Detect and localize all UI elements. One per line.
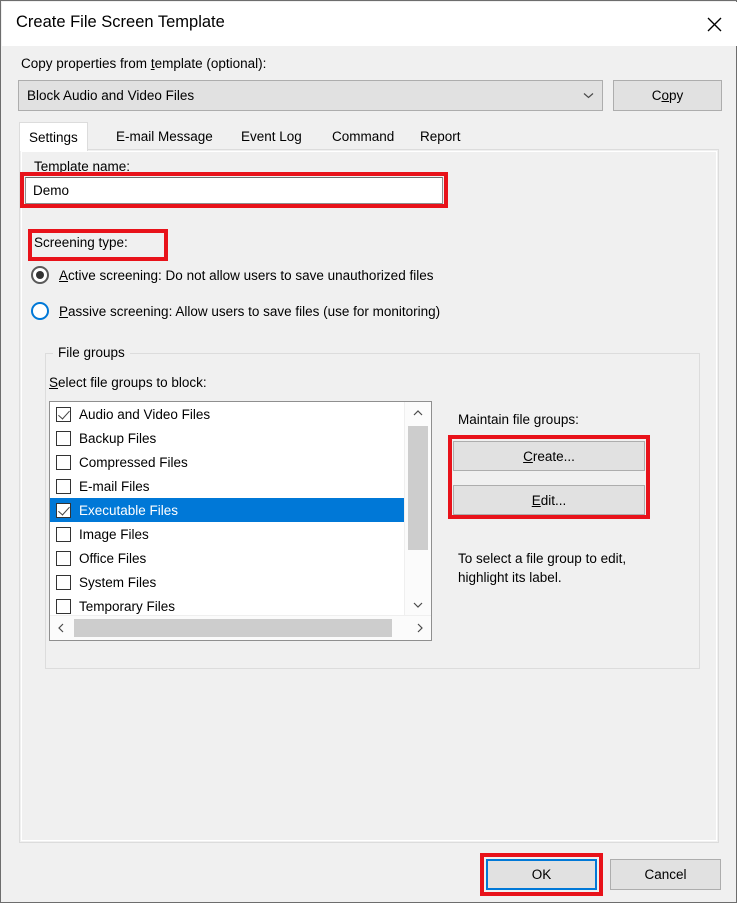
file-groups-groupbox-title: File groups xyxy=(53,345,130,360)
page-title: Create File Screen Template xyxy=(16,13,225,31)
template-name-value: Demo xyxy=(33,183,70,198)
template-name-input[interactable]: Demo xyxy=(25,177,443,204)
radio-passive-screening-label: Passive screening: Allow users to save f… xyxy=(59,303,441,319)
list-item[interactable]: Executable Files xyxy=(50,498,405,522)
radio-indicator-passive xyxy=(31,302,49,320)
chevron-down-icon[interactable] xyxy=(405,594,431,616)
radio-indicator-active xyxy=(31,266,49,284)
template-name-label: Template name: xyxy=(34,159,131,174)
edit-file-group-button[interactable]: Edit... xyxy=(453,485,645,515)
checkbox-icon[interactable] xyxy=(56,430,71,446)
tab-strip: Settings E-mail Message Event Log Comman… xyxy=(19,122,719,151)
copy-button[interactable]: Co py xyxy=(613,80,722,111)
maintain-hint-text: To select a file group to edit, highligh… xyxy=(458,551,627,585)
file-groups-listbox[interactable]: Audio and Video Files Backup Files Compr… xyxy=(49,401,432,641)
checkbox-icon[interactable] xyxy=(56,454,71,470)
copy-template-dropdown[interactable]: Block Audio and Video Files xyxy=(18,80,603,111)
create-file-screen-template-dialog: Create File Screen Template Copy propert… xyxy=(0,0,737,903)
checkbox-icon[interactable] xyxy=(56,598,71,614)
close-icon[interactable] xyxy=(691,2,737,46)
listbox-vertical-scrollbar[interactable] xyxy=(404,402,431,616)
checkbox-icon[interactable] xyxy=(56,478,71,494)
tab-event-log[interactable]: Event Log xyxy=(232,122,311,150)
select-file-groups-label: Select file groups to block: xyxy=(49,375,207,390)
chevron-left-icon[interactable] xyxy=(50,616,72,640)
radio-passive-screening[interactable]: Passive screening: Allow users to save f… xyxy=(31,302,440,320)
chevron-right-icon[interactable] xyxy=(409,616,431,640)
horizontal-scrollbar-thumb[interactable] xyxy=(74,619,392,637)
checkbox-icon[interactable] xyxy=(56,550,71,566)
list-item[interactable]: Audio and Video Files xyxy=(50,402,405,426)
ok-button[interactable]: OK xyxy=(486,859,597,890)
checkbox-icon[interactable] xyxy=(56,574,71,590)
tab-command[interactable]: Command xyxy=(323,122,404,150)
cancel-button[interactable]: Cancel xyxy=(610,859,721,890)
screening-type-label: Screening type: xyxy=(34,235,128,250)
copy-properties-label: Copy properties from template (optional)… xyxy=(21,56,267,71)
radio-active-screening-label: Active screening: Do not allow users to … xyxy=(59,267,434,283)
chevron-up-icon[interactable] xyxy=(405,402,431,424)
list-item[interactable]: Backup Files xyxy=(50,426,405,450)
list-item[interactable]: Temporary Files xyxy=(50,594,405,616)
list-item[interactable]: System Files xyxy=(50,570,405,594)
list-item[interactable]: Compressed Files xyxy=(50,450,405,474)
list-item[interactable]: Image Files xyxy=(50,522,405,546)
maintain-file-groups-label: Maintain file groups: xyxy=(458,412,579,427)
checkbox-icon[interactable] xyxy=(56,502,71,518)
list-item[interactable]: E-mail Files xyxy=(50,474,405,498)
radio-active-screening[interactable]: Active screening: Do not allow users to … xyxy=(31,266,433,284)
chevron-down-icon xyxy=(574,92,602,99)
listbox-horizontal-scrollbar[interactable] xyxy=(50,615,431,640)
checkbox-icon[interactable] xyxy=(56,406,71,422)
file-groups-list: Audio and Video Files Backup Files Compr… xyxy=(50,402,405,616)
tab-report[interactable]: Report xyxy=(411,122,470,150)
title-bar: Create File Screen Template xyxy=(2,2,737,46)
copy-template-selected-value: Block Audio and Video Files xyxy=(27,88,195,103)
create-file-group-button[interactable]: Create... xyxy=(453,441,645,471)
vertical-scrollbar-thumb[interactable] xyxy=(408,426,428,550)
list-item[interactable]: Office Files xyxy=(50,546,405,570)
tab-settings[interactable]: Settings xyxy=(19,122,88,151)
tab-email-message[interactable]: E-mail Message xyxy=(107,122,222,150)
checkbox-icon[interactable] xyxy=(56,526,71,542)
